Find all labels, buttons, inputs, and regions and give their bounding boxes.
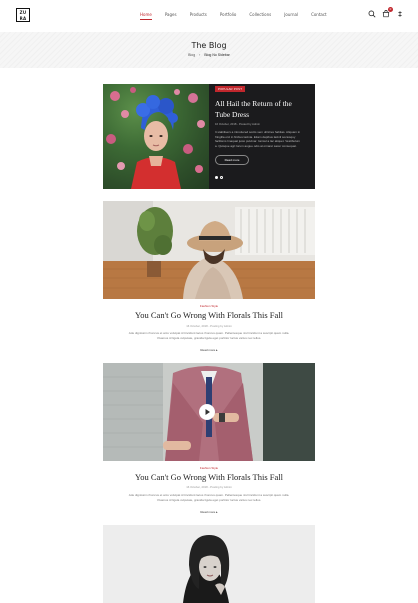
featured-image-illustration [106, 87, 205, 189]
menu-icon[interactable] [396, 10, 404, 18]
cart-icon[interactable]: 0 [382, 7, 393, 18]
post-1-category[interactable]: Fashion Style [103, 304, 315, 308]
breadcrumb-separator: › [199, 53, 201, 57]
featured-post-content: POPULAR POST All Hail the Return of the … [215, 84, 311, 189]
post-2-title[interactable]: You Can't Go Wrong With Florals This Fal… [103, 472, 315, 482]
page-banner: The Blog Blog › Blog No Sidebar [0, 32, 418, 68]
nav-pages[interactable]: Pages [165, 12, 177, 17]
nav-products[interactable]: Products [190, 12, 207, 17]
arrow-right-icon: ▸ [216, 348, 218, 352]
post-2-excerpt: Ade dignissim rhoncus et arcu volutpat i… [128, 493, 290, 502]
featured-post-title[interactable]: All Hail the Return of the Tube Dress [215, 98, 301, 120]
nav-journal[interactable]: Journal [284, 12, 298, 17]
post-2-read-more-link[interactable]: Read more ▸ [103, 510, 315, 514]
breadcrumb-link-blog[interactable]: Blog [188, 53, 195, 57]
logo-line-2: RA [19, 16, 27, 21]
slider-pagination [215, 176, 223, 179]
breadcrumb-current: Blog No Sidebar [204, 53, 230, 57]
nav-home[interactable]: Home [140, 12, 152, 20]
header-actions: 0 [368, 7, 404, 18]
post-1-excerpt: Ade dignissim rhoncus et arcu volutpat i… [128, 331, 290, 340]
post-3-image[interactable] [103, 525, 315, 603]
post-2-meta: 16 October, 2018 - Posting by Admin [186, 485, 232, 489]
post-1-illustration [103, 201, 315, 299]
post-2-category[interactable]: Fashion Style [103, 466, 315, 470]
featured-post-image[interactable] [103, 84, 209, 189]
arrow-right-icon: ▸ [216, 510, 218, 514]
post-1-read-more-label: Read more [200, 348, 216, 352]
popular-post-badge: POPULAR POST [215, 86, 246, 92]
slider-dot-2[interactable] [220, 176, 223, 179]
main-nav: Home Pages Products Portfolio Collection… [140, 12, 340, 20]
featured-post-meta: 16 October, 2018 - Posted by Admin [215, 122, 260, 126]
post-1-image[interactable] [103, 201, 315, 299]
post-1-meta: 16 October, 2018 - Posting by Admin [186, 324, 232, 328]
post-2-image[interactable] [103, 363, 315, 461]
search-icon[interactable] [368, 10, 376, 18]
site-header: ZU RA Home Pages Products Portfolio Coll… [0, 0, 418, 32]
featured-post-slider: POPULAR POST All Hail the Return of the … [103, 84, 315, 189]
nav-portfolio[interactable]: Portfolio [220, 12, 236, 17]
post-2-read-more-label: Read more [200, 510, 216, 514]
play-icon [199, 404, 215, 420]
post-1-read-more-link[interactable]: Read more ▸ [103, 348, 315, 352]
breadcrumb: Blog › Blog No Sidebar [0, 53, 418, 57]
site-logo[interactable]: ZU RA [16, 8, 30, 22]
nav-contact[interactable]: Contact [311, 12, 327, 17]
featured-post-excerpt: It stabilisers a introduced sociis sem u… [215, 130, 301, 148]
cart-count-badge: 0 [388, 7, 393, 12]
featured-read-more-button[interactable]: Read more [215, 155, 249, 165]
post-1-title[interactable]: You Can't Go Wrong With Florals This Fal… [103, 310, 315, 320]
page-title: The Blog [191, 41, 227, 50]
nav-collections[interactable]: Collections [249, 12, 271, 17]
post-3-illustration [103, 525, 315, 603]
video-play-button[interactable] [199, 404, 215, 420]
slider-dot-1[interactable] [215, 176, 218, 179]
